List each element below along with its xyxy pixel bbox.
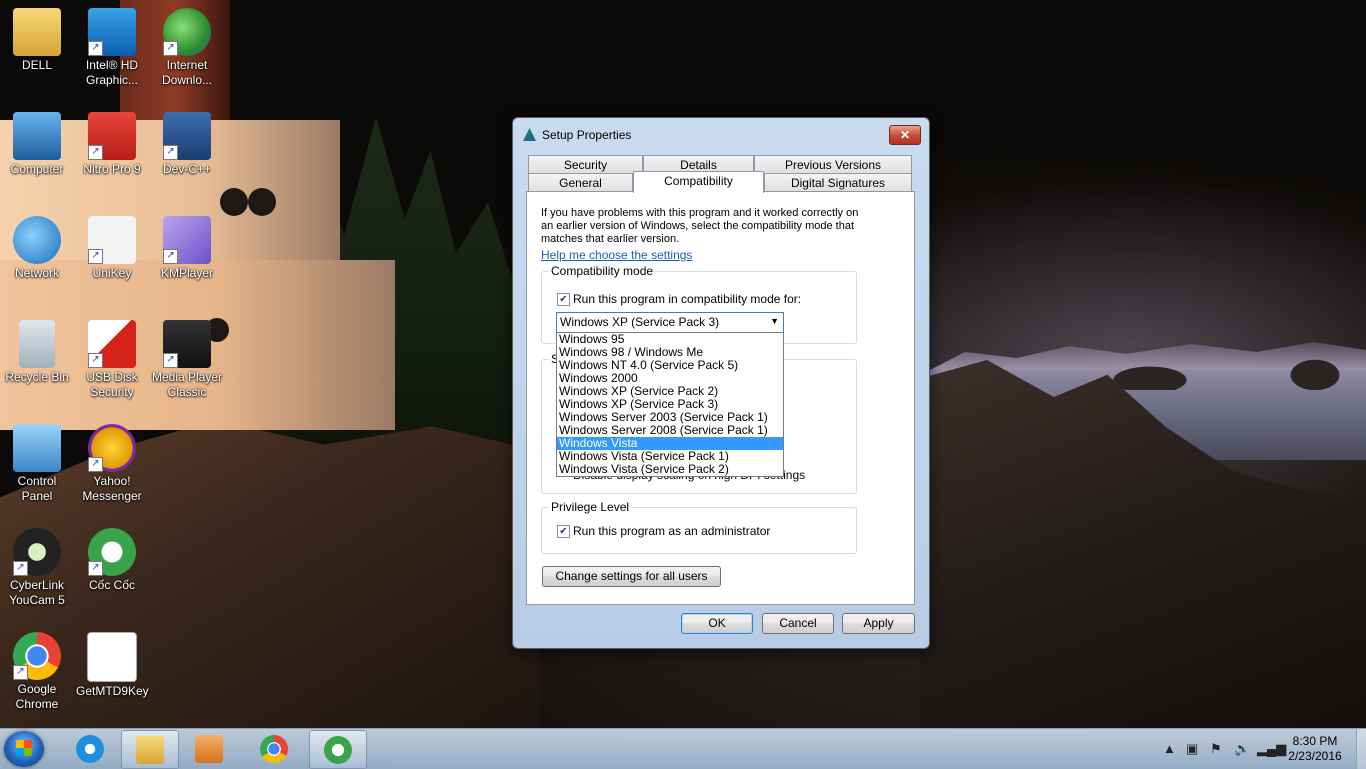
run-as-admin-label: Run this program as an administrator [573, 524, 771, 538]
system-clock[interactable]: 8:30 PM 2/23/2016 [1282, 734, 1348, 764]
background-islands [1100, 345, 1360, 390]
volume-icon[interactable]: 🔈 [1234, 741, 1250, 757]
getmtd9key-icon [87, 632, 137, 682]
taskbar-media-player[interactable] [181, 730, 237, 767]
compat-mode-select[interactable]: Windows XP (Service Pack 3) ▼ [556, 312, 784, 333]
ie-icon [76, 735, 104, 763]
show-hidden-icons-icon[interactable]: ▲ [1163, 741, 1176, 756]
tab-digital-signatures[interactable]: Digital Signatures [764, 173, 912, 192]
desktop-icon-idm[interactable]: ↗ Internet Downlo... [151, 8, 223, 88]
desktop-icon-dell[interactable]: DELL [1, 8, 73, 73]
action-center-flag-icon[interactable]: ⚑ [1210, 741, 1222, 757]
tab-compatibility[interactable]: Compatibility [633, 171, 764, 193]
chrome-icon [260, 735, 288, 763]
windows-logo-icon [16, 740, 32, 756]
desktop-icon-chrome[interactable]: ↗ Google Chrome [1, 632, 73, 712]
run-as-admin-checkbox[interactable]: ✔ [557, 525, 570, 538]
privilege-level-label: Privilege Level [549, 500, 632, 514]
desktop-icon-intel[interactable]: ↗ Intel® HD Graphic... [76, 8, 148, 88]
desktop-icon-kmplayer[interactable]: ↗ KMPlayer [151, 216, 223, 281]
media-player-icon [195, 735, 223, 763]
kmplayer-icon: ↗ [163, 216, 211, 264]
show-desktop-button[interactable] [1356, 729, 1366, 769]
yahoo-messenger-icon: ↗ [88, 424, 136, 472]
tab-previous-versions[interactable]: Previous Versions [754, 155, 912, 174]
dev-cpp-icon: ↗ [163, 112, 211, 160]
desktop-icon-coccoc[interactable]: ↗ Cốc Cốc [76, 528, 148, 593]
desktop-icon-recycle-bin[interactable]: Recycle Bin [1, 320, 73, 385]
tab-general[interactable]: General [528, 173, 633, 192]
apply-button[interactable]: Apply [842, 613, 915, 634]
youcam-icon: ↗ [13, 528, 61, 576]
dialog-titlebar[interactable]: Setup Properties ✕ [513, 118, 929, 150]
close-button[interactable]: ✕ [889, 125, 921, 145]
taskbar-windows-explorer[interactable] [121, 730, 179, 769]
desktop-icon-devcpp[interactable]: ↗ Dev-C++ [151, 112, 223, 177]
start-button[interactable] [4, 731, 44, 767]
desktop-icon-usb-security[interactable]: ↗ USB Disk Security [76, 320, 148, 400]
app-icon [523, 128, 536, 141]
desktop-icon-computer[interactable]: Computer [1, 112, 73, 177]
desktop-icon-nitro[interactable]: ↗ Nitro Pro 9 [76, 112, 148, 177]
nitro-pro-icon: ↗ [88, 112, 136, 160]
internet-download-manager-icon: ↗ [163, 8, 211, 56]
chrome-icon: ↗ [13, 632, 61, 680]
taskbar-coccoc[interactable] [309, 730, 367, 769]
folder-user-icon [13, 8, 61, 56]
coccoc-icon [324, 736, 352, 764]
taskbar-internet-explorer[interactable] [62, 730, 118, 767]
desktop-icon-yahoo[interactable]: ↗ Yahoo! Messenger [76, 424, 148, 504]
compat-mode-checkbox-label: Run this program in compatibility mode f… [573, 292, 802, 306]
compat-mode-checkbox[interactable]: ✔ [557, 293, 570, 306]
computer-icon [13, 112, 61, 160]
clock-time: 8:30 PM [1292, 734, 1338, 748]
chevron-down-icon[interactable]: ▼ [770, 316, 779, 326]
change-settings-all-users-button[interactable]: Change settings for all users [542, 566, 721, 587]
desktop-icon-network[interactable]: Network [1, 216, 73, 281]
compat-mode-dropdown-list[interactable]: Windows 95 Windows 98 / Windows Me Windo… [556, 332, 784, 477]
folder-icon [136, 736, 164, 764]
clock-date: 2/23/2016 [1288, 749, 1342, 763]
tab-security[interactable]: Security [528, 155, 643, 174]
control-panel-icon [13, 424, 61, 472]
desktop-icon-mpc[interactable]: ↗ Media Player Classic [151, 320, 223, 400]
dialog-title: Setup Properties [542, 128, 632, 142]
compat-mode-selected-value: Windows XP (Service Pack 3) [560, 315, 720, 329]
help-link[interactable]: Help me choose the settings [541, 248, 692, 262]
cancel-button[interactable]: Cancel [762, 613, 834, 634]
desktop-icon-control-panel[interactable]: Control Panel [1, 424, 73, 504]
usb-disk-security-icon: ↗ [88, 320, 136, 368]
desktop-icon-youcam[interactable]: ↗ CyberLink YouCam 5 [1, 528, 73, 608]
media-player-classic-icon: ↗ [163, 320, 211, 368]
intel-graphics-icon: ↗ [88, 8, 136, 56]
recycle-bin-icon [19, 320, 55, 368]
taskbar-google-chrome[interactable] [246, 730, 302, 767]
ok-button[interactable]: OK [681, 613, 753, 634]
compatibility-mode-label: Compatibility mode [549, 264, 656, 278]
option-windows-vista-sp2[interactable]: Windows Vista (Service Pack 2) [557, 463, 783, 476]
unikey-icon: ↗ [88, 216, 136, 264]
intro-text: If you have problems with this program a… [541, 207, 859, 245]
taskbar: ▲ ▣ ⚑ 🔈 ▂▄▆ 8:30 PM 2/23/2016 [0, 728, 1366, 769]
desktop-icon-getmtd9key[interactable]: GetMTD9Key [76, 632, 149, 699]
device-icon[interactable]: ▣ [1186, 741, 1198, 757]
desktop-icon-unikey[interactable]: ↗ UniKey [76, 216, 148, 281]
network-icon [13, 216, 61, 264]
coccoc-icon: ↗ [88, 528, 136, 576]
